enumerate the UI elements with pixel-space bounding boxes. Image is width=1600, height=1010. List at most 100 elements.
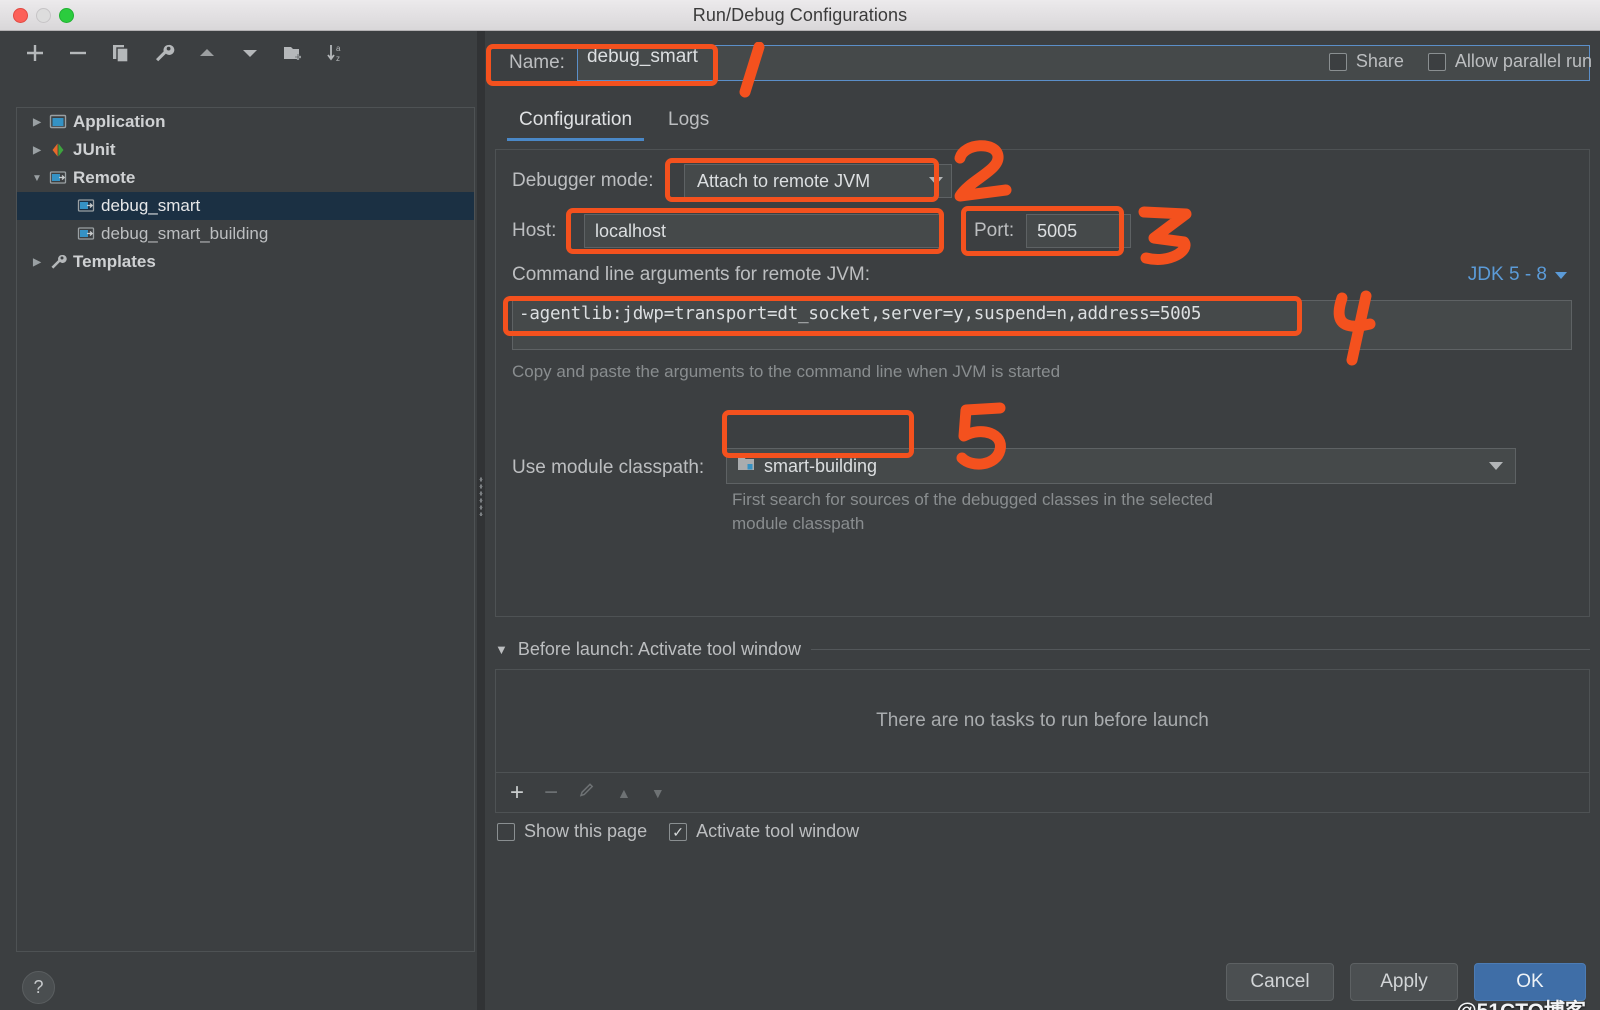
remote-config-icon	[75, 197, 97, 215]
debugger-mode-label: Debugger mode:	[512, 170, 654, 191]
chevron-down-icon[interactable]	[1555, 271, 1567, 279]
before-launch-divider	[811, 649, 1590, 650]
help-button[interactable]: ?	[22, 971, 55, 1004]
tree-item-label: JUnit	[73, 140, 116, 159]
move-up-icon[interactable]	[194, 40, 220, 66]
port-label: Port:	[974, 220, 1015, 241]
chevron-down-icon	[929, 177, 943, 185]
editor-tabs: Configuration Logs	[501, 103, 727, 141]
tree-item-label: Templates	[73, 252, 156, 271]
jvm-args-label-row: Command line arguments for remote JVM:	[512, 264, 870, 286]
jvm-args-label: Command line arguments for remote JVM:	[512, 264, 870, 285]
before-launch-toolbar: + − ▲ ▼	[495, 773, 1590, 813]
jdk-version-link[interactable]: JDK 5 - 8	[1468, 264, 1547, 286]
tree-item-label: debug_smart	[101, 196, 201, 215]
run-options: Share Allow parallel run	[1328, 51, 1592, 72]
jvm-args-hint-row: Copy and paste the arguments to the comm…	[512, 362, 1060, 382]
watermark: @51CTO博客	[1456, 995, 1586, 1010]
jvm-args-textarea[interactable]: -agentlib:jdwp=transport=dt_socket,serve…	[512, 300, 1572, 350]
cancel-button[interactable]: Cancel	[1226, 963, 1334, 1001]
allow-parallel-run-checkbox-row[interactable]: Allow parallel run	[1427, 51, 1592, 72]
panel-splitter[interactable]	[477, 31, 485, 1010]
debugger-mode-value: Attach to remote JVM	[697, 170, 871, 191]
module-classpath-label: Use module classpath:	[512, 457, 705, 478]
activate-tool-window-label: Activate tool window	[696, 821, 860, 841]
chevron-down-icon[interactable]	[1489, 462, 1503, 470]
module-hint-row-2: module classpath	[732, 514, 864, 534]
allow-parallel-run-checkbox[interactable]	[1427, 52, 1446, 71]
tree-item-label: Remote	[73, 168, 136, 187]
configurations-toolbar: a z	[0, 31, 477, 75]
move-task-down-icon: ▼	[650, 784, 665, 801]
activate-tool-window-checkbox[interactable]: ✓	[669, 822, 688, 841]
expand-arrow-icon[interactable]: ▶	[27, 145, 47, 156]
remove-icon[interactable]	[65, 40, 91, 66]
tree-item-application[interactable]: ▶ Application	[17, 108, 474, 136]
module-icon	[737, 455, 756, 477]
module-classpath-label-row: Use module classpath:	[512, 457, 704, 479]
before-launch-options: Show this page ✓ Activate tool window	[497, 821, 859, 842]
host-input[interactable]: localhost	[584, 214, 944, 248]
collapse-arrow-icon[interactable]: ▼	[495, 642, 508, 657]
allow-parallel-run-label: Allow parallel run	[1454, 51, 1592, 71]
svg-text:a: a	[336, 44, 341, 53]
junit-icon	[47, 141, 69, 159]
tree-item-label: debug_smart_building	[101, 224, 269, 243]
module-classpath-combo[interactable]: smart-building	[726, 448, 1516, 484]
show-this-page-label: Show this page	[524, 821, 648, 841]
jvm-args-value: -agentlib:jdwp=transport=dt_socket,serve…	[519, 304, 1202, 324]
tab-logs[interactable]: Logs	[650, 103, 727, 141]
configurations-tree[interactable]: ▶ Application ▶ JUnit ▼ Remote debug_sma…	[16, 107, 475, 952]
expand-arrow-icon[interactable]: ▶	[27, 117, 47, 128]
new-folder-icon[interactable]	[280, 40, 306, 66]
host-row: Host: localhost	[512, 214, 944, 248]
activate-tool-window-row[interactable]: ✓ Activate tool window	[669, 821, 859, 842]
splitter-handle-icon	[479, 476, 483, 516]
jdk-version-row[interactable]: JDK 5 - 8	[1468, 264, 1567, 286]
module-hint-row-1: First search for sources of the debugged…	[732, 490, 1213, 510]
port-input[interactable]: 5005	[1026, 214, 1132, 248]
before-launch-empty-text: There are no tasks to run before launch	[876, 710, 1209, 731]
tree-item-junit[interactable]: ▶ JUnit	[17, 136, 474, 164]
remove-task-icon: −	[544, 778, 559, 806]
share-checkbox[interactable]	[1328, 52, 1347, 71]
before-launch-header[interactable]: ▼ Before launch: Activate tool window	[495, 639, 1590, 660]
application-icon	[47, 113, 69, 131]
tab-configuration[interactable]: Configuration	[501, 103, 650, 141]
configuration-editor-panel: Name: debug_smart Share Allow parallel r…	[485, 31, 1600, 1010]
configurations-panel: a z ▶ Application ▶ JUnit ▼ Remote debug…	[0, 31, 477, 1010]
tree-item-remote[interactable]: ▼ Remote	[17, 164, 474, 192]
show-this-page-row[interactable]: Show this page	[497, 821, 647, 842]
debugger-mode-combo[interactable]: Attach to remote JVM	[684, 164, 952, 198]
host-label: Host:	[512, 220, 557, 241]
edit-task-icon	[578, 780, 597, 805]
add-icon[interactable]	[22, 40, 48, 66]
move-down-icon[interactable]	[237, 40, 263, 66]
tree-item-label: Application	[73, 112, 166, 131]
templates-icon	[47, 253, 69, 271]
svg-text:z: z	[336, 54, 340, 63]
tree-item-debug-smart-building[interactable]: debug_smart_building	[17, 220, 474, 248]
module-hint-line-1: First search for sources of the debugged…	[732, 490, 1213, 509]
remote-icon	[47, 169, 69, 187]
window-title: Run/Debug Configurations	[692, 4, 908, 25]
module-hint-line-2: module classpath	[732, 514, 865, 533]
port-row: Port: 5005	[974, 214, 1132, 248]
collapse-arrow-icon[interactable]: ▼	[27, 173, 47, 184]
share-label: Share	[1355, 51, 1404, 71]
share-checkbox-row[interactable]: Share	[1328, 51, 1404, 72]
tree-item-templates[interactable]: ▶ Templates	[17, 248, 474, 276]
name-label: Name:	[509, 52, 565, 73]
run-debug-configurations-dialog: Run/Debug Configurations a z ▶ Applicati…	[0, 0, 1600, 1010]
expand-arrow-icon[interactable]: ▶	[27, 257, 47, 268]
copy-icon[interactable]	[108, 40, 134, 66]
tree-item-debug-smart[interactable]: debug_smart	[17, 192, 474, 220]
add-task-icon[interactable]: +	[510, 780, 524, 805]
wrench-icon[interactable]	[151, 40, 177, 66]
apply-button[interactable]: Apply	[1350, 963, 1458, 1001]
before-launch-title: Before launch: Activate tool window	[517, 639, 802, 659]
show-this-page-checkbox[interactable]	[497, 822, 515, 841]
window-titlebar: Run/Debug Configurations	[0, 0, 1600, 31]
sort-alphabetically-icon[interactable]: a z	[323, 40, 349, 66]
before-launch-task-list[interactable]: There are no tasks to run before launch	[495, 669, 1590, 773]
